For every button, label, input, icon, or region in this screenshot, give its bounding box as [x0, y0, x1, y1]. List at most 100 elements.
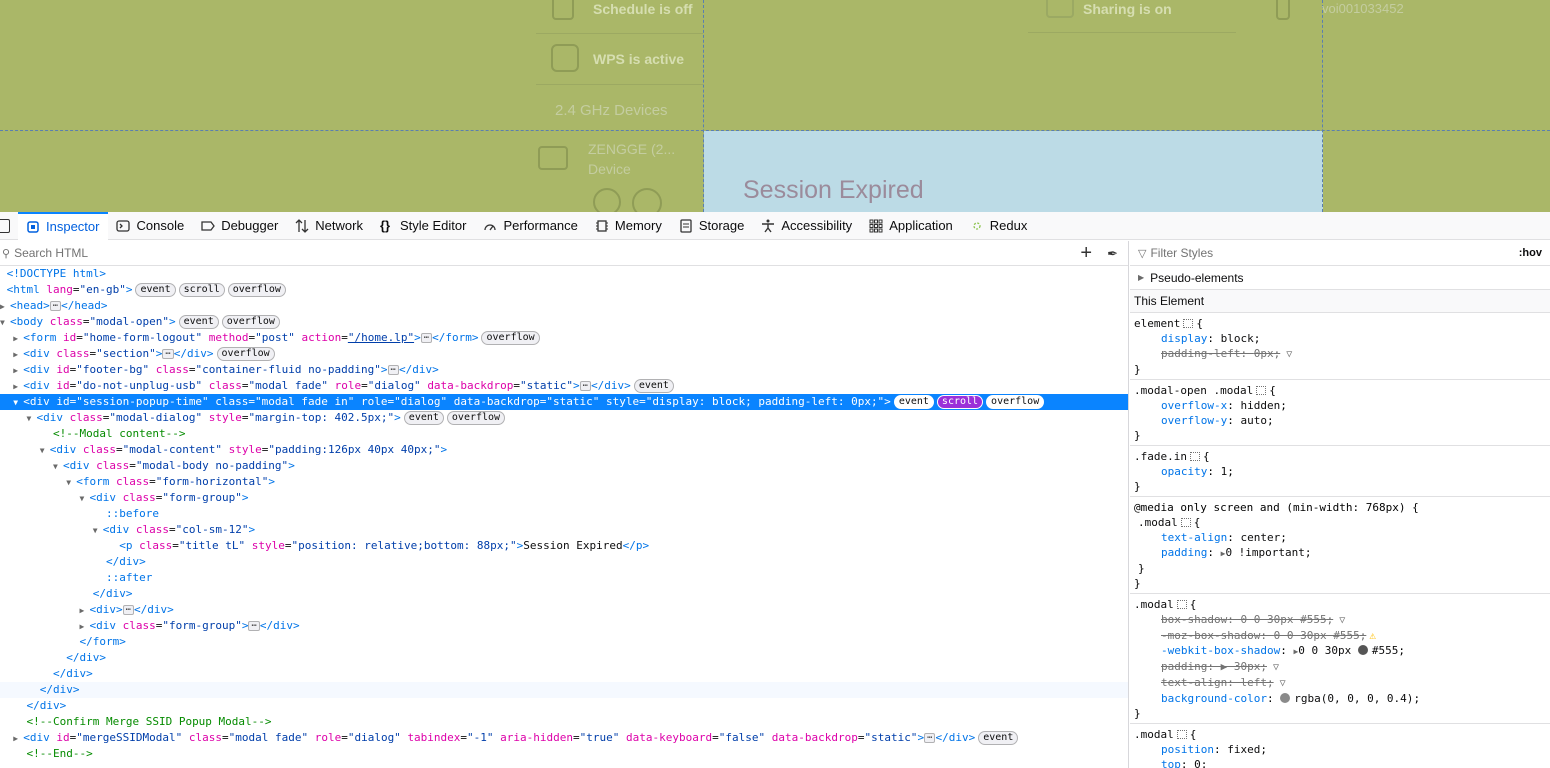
tree-node[interactable]: ▼ <body class="modal-open"> event overflow — [0, 314, 1128, 330]
add-node-button[interactable]: + — [1080, 243, 1092, 263]
tree-node[interactable]: ▶ <div id="do-not-unplug-usb" class="moda… — [0, 378, 1128, 394]
overflow-badge[interactable]: overflow — [227, 283, 286, 297]
expand-arrow-icon[interactable]: ▶ — [13, 363, 23, 379]
declaration[interactable]: box-shadow: 0 0 30px #555; ▽ — [1134, 612, 1546, 628]
overflow-badge[interactable]: overflow — [481, 331, 540, 345]
declaration[interactable]: opacity: 1; — [1134, 464, 1546, 479]
tree-node[interactable]: </div> — [0, 698, 1128, 714]
overflow-badge[interactable]: overflow — [221, 315, 280, 329]
overflow-badge[interactable]: overflow — [446, 411, 506, 425]
collapse-arrow-icon[interactable]: ▼ — [66, 475, 76, 491]
declaration[interactable]: -moz-box-shadow: 0 0 30px #555; ⚠ — [1134, 628, 1546, 643]
collapse-arrow-icon[interactable]: ▼ — [13, 395, 23, 411]
tree-node[interactable]: ▼ <div class="modal-content" style="paddi… — [0, 442, 1128, 458]
tree-node[interactable]: ▼ <div class="col-sm-12"> — [0, 522, 1128, 538]
declaration[interactable]: overflow-y: auto; — [1134, 413, 1546, 428]
tree-node[interactable]: </div> — [0, 682, 1128, 698]
tree-node[interactable]: ▼ <div class="form-group"> — [0, 490, 1128, 506]
tree-node[interactable]: ▼ <form class="form-horizontal"> — [0, 474, 1128, 490]
accessibility-icon — [761, 219, 775, 233]
device-name: ZENGGE (2... — [588, 141, 676, 157]
expand-arrow-icon[interactable]: ▶ — [13, 347, 23, 363]
event-badge[interactable]: event — [633, 379, 674, 393]
tree-node[interactable]: <!DOCTYPE html> — [0, 266, 1128, 282]
tab-memory[interactable]: Memory — [587, 212, 671, 240]
collapse-arrow-icon[interactable]: ▼ — [53, 459, 63, 475]
color-swatch[interactable] — [1280, 693, 1291, 703]
expand-arrow-icon[interactable]: ▶ — [13, 731, 23, 747]
event-badge[interactable]: event — [978, 731, 1019, 745]
expand-arrow-icon[interactable]: ▶ — [13, 379, 23, 395]
element-picker-button[interactable] — [0, 212, 18, 240]
expand-arrow-icon[interactable]: ▶ — [79, 603, 89, 619]
tree-node[interactable]: ▶ <div class="form-group"> ⋯ </div> — [0, 618, 1128, 634]
tree-node[interactable]: ▼ <div class="modal-body no-padding"> — [0, 458, 1128, 474]
declaration[interactable]: padding-left: 0px; ▽ — [1134, 346, 1546, 362]
scroll-badge[interactable]: scroll — [178, 283, 225, 297]
collapse-arrow-icon[interactable]: ▼ — [93, 523, 103, 539]
declaration[interactable]: overflow-x: hidden; — [1134, 398, 1546, 413]
tree-node[interactable]: <!--End--> — [0, 746, 1128, 762]
expand-arrow-icon[interactable]: ▶ — [79, 619, 89, 635]
declaration[interactable]: top: 0; — [1134, 757, 1546, 768]
tab-style-editor[interactable]: {} Style Editor — [372, 212, 475, 240]
collapse-arrow-icon[interactable]: ▼ — [79, 491, 89, 507]
tab-storage[interactable]: Storage — [671, 212, 754, 240]
declaration[interactable]: display: block; — [1134, 331, 1546, 346]
tree-node[interactable]: <p class="title tL" style="position: rel… — [0, 538, 1128, 554]
tab-debugger[interactable]: Debugger — [193, 212, 287, 240]
collapse-arrow-icon[interactable]: ▼ — [0, 315, 10, 331]
tree-node[interactable]: </div> — [0, 650, 1128, 666]
color-swatch[interactable] — [1357, 645, 1368, 655]
tree-node[interactable]: </div> — [0, 554, 1128, 570]
eyedropper-icon[interactable]: ✒ — [1107, 246, 1118, 262]
event-badge[interactable]: event — [135, 283, 176, 297]
collapse-arrow-icon[interactable]: ▼ — [40, 443, 50, 459]
scroll-badge[interactable]: scroll — [936, 395, 984, 409]
tree-node[interactable]: </div> — [0, 666, 1128, 682]
tree-node-selected[interactable]: ▼ <div id="session-popup-time" class="mod… — [0, 394, 1128, 410]
tree-node[interactable]: ▶ <div> ⋯ </div> — [0, 602, 1128, 618]
search-html-input[interactable]: Search HTML — [14, 246, 88, 260]
declaration[interactable]: padding: ▶ 30px; ▽ — [1134, 659, 1546, 675]
rule-media-modal: @media only screen and (min-width: 768px… — [1130, 497, 1550, 594]
tree-node[interactable]: </div> — [0, 586, 1128, 602]
collapse-arrow-icon[interactable]: ▼ — [27, 411, 37, 427]
declaration[interactable]: padding: ▶0 !important; — [1134, 545, 1546, 561]
declaration[interactable]: background-color: rgba(0, 0, 0, 0.4); — [1134, 691, 1546, 706]
tab-console[interactable]: Console — [108, 212, 193, 240]
tree-node[interactable]: ▶ <head> ⋯ </head> — [0, 298, 1128, 314]
tab-application[interactable]: Application — [861, 212, 962, 240]
pseudo-elements-toggle[interactable]: ▶ Pseudo-elements — [1130, 266, 1550, 290]
declaration[interactable]: -webkit-box-shadow: ▶0 0 30px #555; — [1134, 643, 1546, 659]
declaration[interactable]: text-align: center; — [1134, 530, 1546, 545]
tree-node[interactable]: ::before — [0, 506, 1128, 522]
tree-node[interactable]: <html lang="en-gb"> event scroll overflow — [0, 282, 1128, 298]
event-badge[interactable]: event — [893, 395, 934, 409]
tab-accessibility[interactable]: Accessibility — [753, 212, 861, 240]
tree-node[interactable]: <!--Modal content--> — [0, 426, 1128, 442]
hov-toggle[interactable]: :hov — [1519, 247, 1542, 259]
declaration[interactable]: text-align: left; ▽ — [1134, 675, 1546, 691]
tab-network[interactable]: Network — [287, 212, 372, 240]
tree-node[interactable]: </form> — [0, 634, 1128, 650]
tab-performance[interactable]: Performance — [475, 212, 586, 240]
event-badge[interactable]: event — [178, 315, 219, 329]
expand-arrow-icon[interactable]: ▶ — [13, 331, 23, 347]
event-badge[interactable]: event — [403, 411, 444, 425]
tab-inspector[interactable]: Inspector — [18, 211, 109, 240]
expand-arrow-icon[interactable]: ▶ — [0, 299, 10, 315]
tree-node[interactable]: <!--Confirm Merge SSID Popup Modal--> — [0, 714, 1128, 730]
filter-icon[interactable]: ▽ — [1286, 349, 1292, 360]
overflow-badge[interactable]: overflow — [216, 347, 275, 361]
tree-node[interactable]: ▶ <div class="section"> ⋯ </div> overflow — [0, 346, 1128, 362]
tree-node[interactable]: ▶ <form id="home-form-logout" method="pos… — [0, 330, 1128, 346]
filter-styles-input[interactable]: Filter Styles — [1150, 246, 1213, 260]
overflow-badge[interactable]: overflow — [986, 395, 1045, 409]
tree-node[interactable]: ▶ <div id="mergeSSIDModal" class="modal f… — [0, 730, 1128, 746]
tree-node[interactable]: ▼ <div class="modal-dialog" style="margin… — [0, 410, 1128, 426]
tree-node[interactable]: ▶ <div id="footer-bg" class="container-fl… — [0, 362, 1128, 378]
tree-node[interactable]: ::after — [0, 570, 1128, 586]
tab-redux[interactable]: Redux — [962, 212, 1037, 240]
declaration[interactable]: position: fixed; — [1134, 742, 1546, 757]
